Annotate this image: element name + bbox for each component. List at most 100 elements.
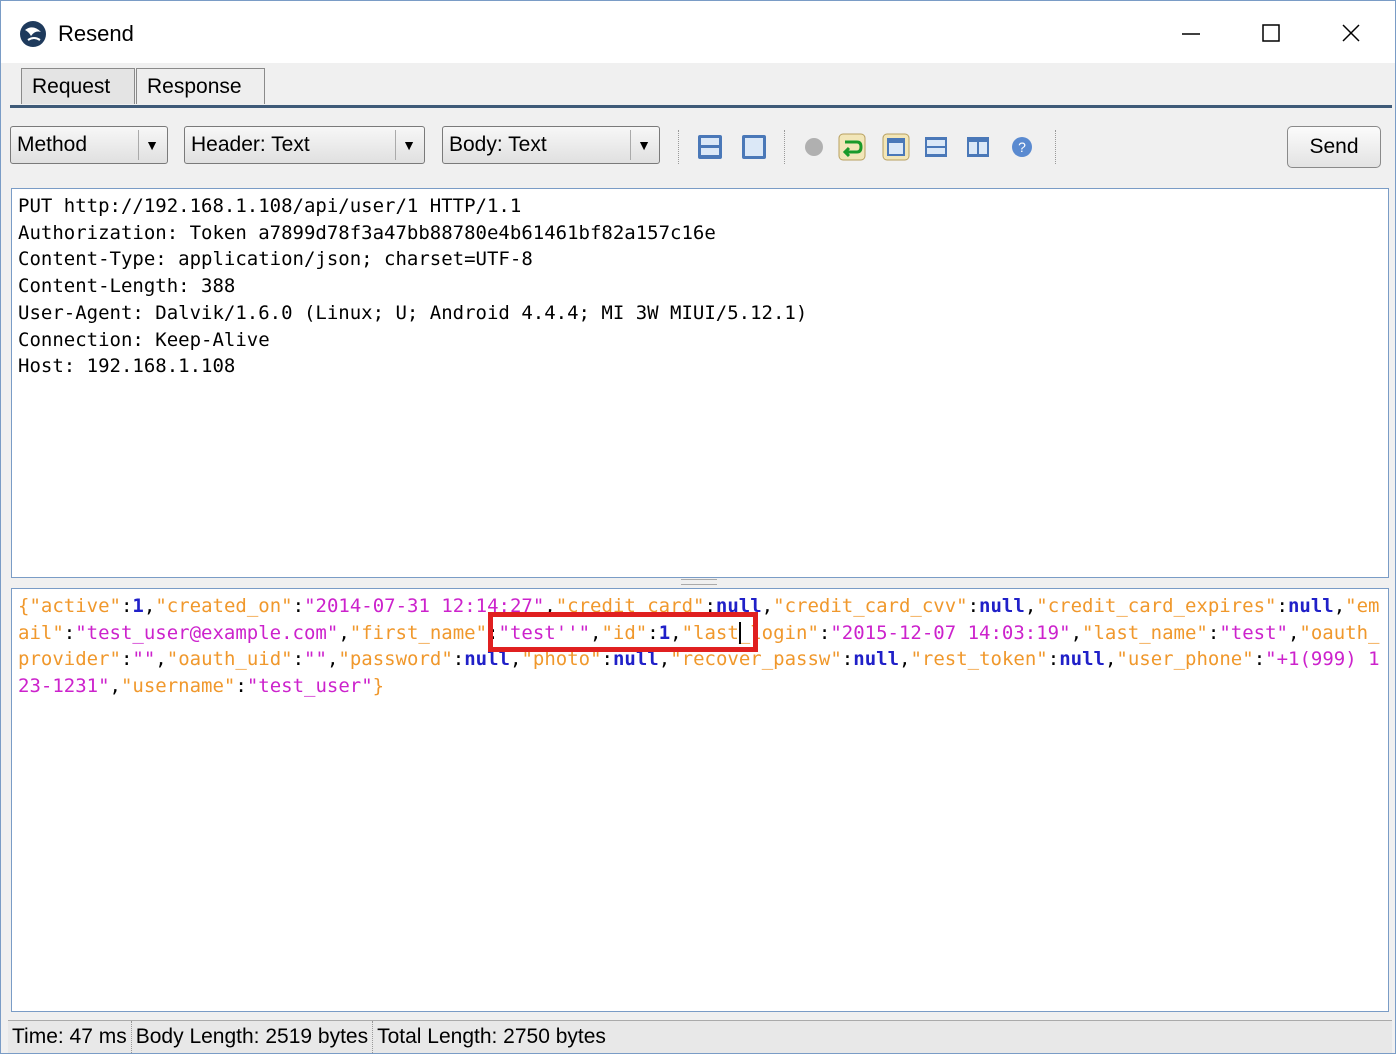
json-comma: , <box>590 621 602 644</box>
json-colon: : <box>704 595 716 617</box>
toolbar-separator <box>784 130 786 164</box>
json-colon: : <box>818 621 831 644</box>
chevron-down-icon: ▼ <box>138 130 165 160</box>
json-key: "credit_card_cvv" <box>773 595 968 617</box>
json-value: null <box>464 648 510 671</box>
json-colon: : <box>841 648 854 671</box>
minimize-button[interactable] <box>1161 11 1221 55</box>
toolbar: Method ▼ Header: Text ▼ Body: Text ▼ ? S… <box>10 118 1392 176</box>
header-line: Content-Type: application/json; charset=… <box>18 248 533 271</box>
json-key: "credit_card_expires" <box>1036 595 1277 617</box>
json-comma: , <box>338 621 350 644</box>
json-value: "" <box>304 648 327 671</box>
json-colon: : <box>1276 595 1288 617</box>
json-key: "credit_card" <box>555 595 705 617</box>
json-comma: , <box>1024 595 1037 617</box>
header-body-icon[interactable] <box>882 133 910 161</box>
header-line: Connection: Keep-Alive <box>18 328 270 351</box>
json-key: "last_login" <box>681 621 819 644</box>
json-value: "test_user" <box>246 675 373 698</box>
json-key: "first_name" <box>349 621 488 644</box>
method-select-label: Method <box>17 133 88 156</box>
json-comma: , <box>510 648 522 671</box>
json-value: "test''" <box>498 621 591 644</box>
text-caret <box>739 622 741 644</box>
json-comma: , <box>1287 621 1300 644</box>
header-line: User-Agent: Dalvik/1.6.0 (Linux; U; Andr… <box>18 301 808 324</box>
json-value: null <box>1059 648 1105 671</box>
split-view-icon[interactable] <box>696 133 724 161</box>
close-icon <box>1342 24 1360 42</box>
json-colon: : <box>120 648 133 671</box>
json-key: "username" <box>120 675 236 698</box>
json-value: null <box>715 595 762 617</box>
header-format-label: Header: Text <box>191 133 310 156</box>
chevron-down-icon: ▼ <box>395 130 422 160</box>
tab-request[interactable]: Request <box>21 68 135 104</box>
zap-app-icon <box>20 21 46 47</box>
json-comma: , <box>544 595 556 617</box>
header-line: Host: 192.168.1.108 <box>18 355 236 378</box>
maximize-button[interactable] <box>1241 11 1301 55</box>
json-comma: , <box>761 595 774 617</box>
close-button[interactable] <box>1321 11 1381 55</box>
header-line: Content-Length: 388 <box>18 275 236 298</box>
toolbar-separator <box>1055 130 1057 164</box>
json-value: "" <box>132 648 156 671</box>
body-format-label: Body: Text <box>449 133 547 156</box>
vertical-split-icon[interactable] <box>964 133 992 161</box>
wrap-icon[interactable] <box>838 133 866 161</box>
status-time: Time: 47 ms <box>8 1021 132 1053</box>
request-header-editor[interactable]: PUT http://192.168.1.108/api/user/1 HTTP… <box>11 188 1389 578</box>
horizontal-split-icon[interactable] <box>922 133 950 161</box>
status-body-length: Body Length: 2519 bytes <box>132 1021 374 1053</box>
json-value: 1 <box>132 595 144 617</box>
toolbar-separator <box>678 130 680 164</box>
window-title: Resend <box>58 21 134 46</box>
json-comma: , <box>658 648 671 671</box>
method-select[interactable]: Method ▼ <box>10 126 168 164</box>
tab-response[interactable]: Response <box>136 68 265 104</box>
json-value: null <box>853 648 900 671</box>
json-key: "password" <box>338 648 453 671</box>
json-comma: , <box>109 675 121 698</box>
header-line: Authorization: Token a7899d78f3a47bb8878… <box>18 221 716 244</box>
send-button[interactable]: Send <box>1287 126 1381 168</box>
json-brace: { <box>18 595 30 617</box>
json-key: "active" <box>29 595 121 617</box>
json-key: "id" <box>601 621 648 644</box>
json-comma: , <box>143 595 156 617</box>
request-body-editor[interactable]: {"active":1,"created_on":"2014-07-31 12:… <box>11 588 1389 1012</box>
json-colon: : <box>1047 648 1060 671</box>
json-key: "created_on" <box>155 595 293 617</box>
stop-icon[interactable] <box>800 133 828 161</box>
json-colon: : <box>1207 621 1220 644</box>
minimize-icon <box>1182 33 1200 35</box>
help-icon[interactable]: ? <box>1008 133 1036 161</box>
json-colon: : <box>487 621 499 644</box>
json-comma: , <box>1333 595 1346 617</box>
json-value: null <box>612 648 659 671</box>
svg-text:?: ? <box>1018 139 1026 155</box>
title-bar: Resend <box>1 1 1395 63</box>
split-pane-divider[interactable] <box>681 579 717 585</box>
json-value: "test" <box>1219 621 1288 644</box>
json-value: "test_user@example.com" <box>75 621 339 644</box>
json-key: "photo" <box>521 648 602 671</box>
json-colon: : <box>967 595 980 617</box>
json-colon: : <box>452 648 465 671</box>
json-colon: : <box>647 621 659 644</box>
json-key: "recover_passw" <box>670 648 842 671</box>
body-format-select[interactable]: Body: Text ▼ <box>442 126 660 164</box>
json-comma: , <box>1104 648 1117 671</box>
json-value: "2015-12-07 14:03:19" <box>830 621 1071 644</box>
json-colon: : <box>292 648 305 671</box>
header-line: PUT http://192.168.1.108/api/user/1 HTTP… <box>18 195 522 217</box>
json-key: "last_name" <box>1082 621 1208 644</box>
single-view-icon[interactable] <box>740 133 768 161</box>
json-value: null <box>979 595 1025 617</box>
json-comma: , <box>1070 621 1083 644</box>
json-value: "2014-07-31 12:14:27" <box>304 595 545 617</box>
header-format-select[interactable]: Header: Text ▼ <box>184 126 425 164</box>
json-value: 1 <box>658 621 671 644</box>
